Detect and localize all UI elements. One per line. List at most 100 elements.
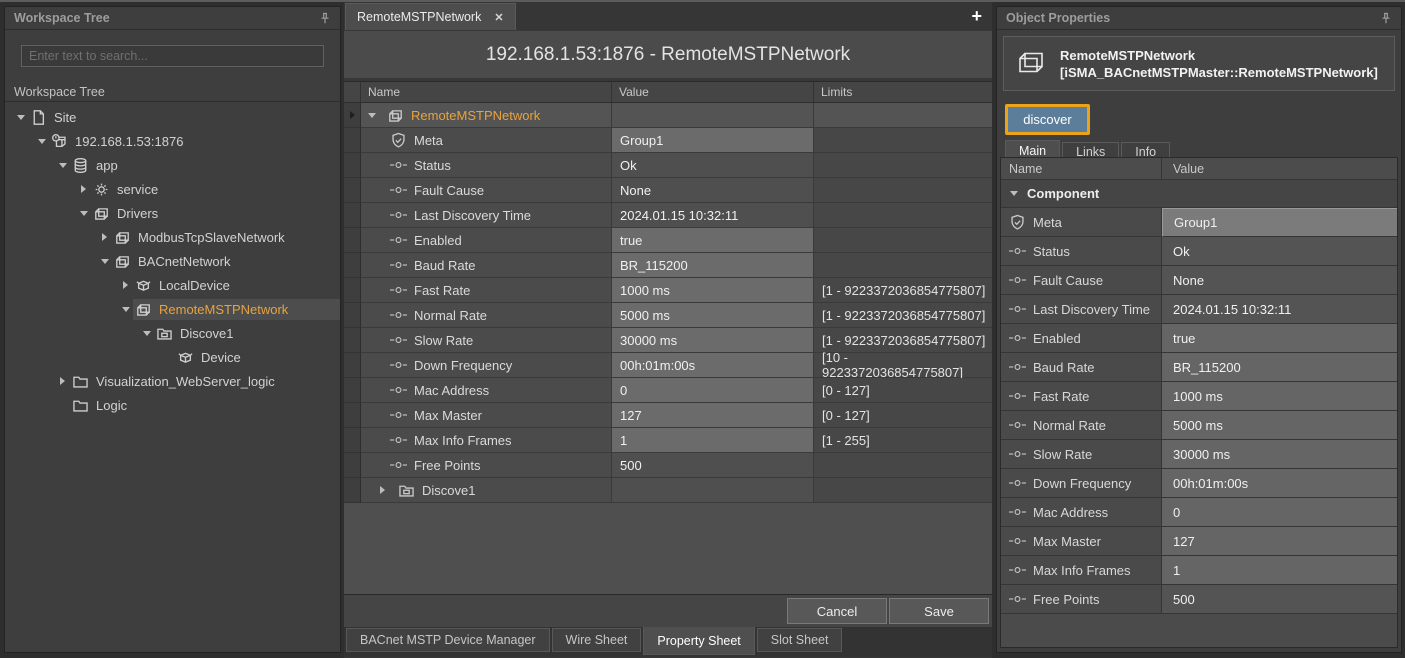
property-row-baud-rate[interactable]: Baud RateBR_115200	[344, 253, 992, 278]
component-group-row[interactable]: Component	[1001, 180, 1397, 208]
search-input[interactable]	[21, 45, 324, 67]
property-row-normal-rate[interactable]: Normal Rate5000 ms[1 - 92233720368547758…	[344, 303, 992, 328]
value-cell[interactable]: 00h:01m:00s	[1162, 469, 1397, 498]
tree-item-visualization-webserver-logic[interactable]: Visualization_WebServer_logic	[5, 369, 340, 393]
tree-item-app[interactable]: app	[5, 153, 340, 177]
view-tab-wire-sheet[interactable]: Wire Sheet	[552, 628, 642, 652]
value-cell[interactable]: BR_115200	[612, 253, 814, 278]
property-row-baud-rate[interactable]: Baud RateBR_115200	[1001, 353, 1397, 382]
collapse-arrow-icon[interactable]	[34, 139, 49, 144]
property-name-label: Max Master	[414, 408, 482, 423]
property-row-down-frequency[interactable]: Down Frequency00h:01m:00s[10 - 922337203…	[344, 353, 992, 378]
collapse-arrow-icon[interactable]	[76, 211, 91, 216]
limits-cell	[814, 203, 992, 228]
tree-item-localdevice[interactable]: LocalDevice	[5, 273, 340, 297]
tree-item-remotemstpnetwork[interactable]: RemoteMSTPNetwork	[5, 297, 340, 321]
expand-arrow-icon[interactable]	[375, 486, 390, 494]
object-name: RemoteMSTPNetwork	[1060, 47, 1378, 64]
expand-arrow-icon[interactable]	[55, 377, 70, 385]
property-row-max-master[interactable]: Max Master127[0 - 127]	[344, 403, 992, 428]
property-row-down-frequency[interactable]: Down Frequency00h:01m:00s	[1001, 469, 1397, 498]
property-row-free-points[interactable]: Free Points500	[1001, 585, 1397, 614]
tree-item-device[interactable]: Device	[5, 345, 340, 369]
pin-icon[interactable]	[319, 12, 331, 25]
close-tab-icon[interactable]: ✕	[494, 11, 503, 24]
value-cell[interactable]: 1	[612, 428, 814, 453]
value-cell[interactable]: 0	[612, 378, 814, 403]
property-row-mac-address[interactable]: Mac Address0	[1001, 498, 1397, 527]
folder-icon	[72, 373, 89, 390]
value-cell[interactable]: Group1	[1162, 208, 1397, 237]
property-row-max-master[interactable]: Max Master127	[1001, 527, 1397, 556]
collapse-arrow-icon[interactable]	[364, 113, 379, 118]
pin-icon[interactable]	[1380, 12, 1392, 25]
property-row-meta[interactable]: MetaGroup1	[344, 128, 992, 153]
tree-node-body: app	[70, 155, 340, 176]
value-cell[interactable]: 5000 ms	[1162, 411, 1397, 440]
property-row-fast-rate[interactable]: Fast Rate1000 ms[1 - 9223372036854775807…	[344, 278, 992, 303]
property-row-free-points[interactable]: Free Points500	[344, 453, 992, 478]
value-cell[interactable]: 1	[1162, 556, 1397, 585]
collapse-arrow-icon[interactable]	[55, 163, 70, 168]
value-cell[interactable]: 30000 ms	[612, 328, 814, 353]
value-cell[interactable]: 30000 ms	[1162, 440, 1397, 469]
property-row-last-discovery-time[interactable]: Last Discovery Time2024.01.15 10:32:11	[344, 203, 992, 228]
property-row-fault-cause[interactable]: Fault CauseNone	[344, 178, 992, 203]
property-row-status[interactable]: StatusOk	[1001, 237, 1397, 266]
tree-item-service[interactable]: service	[5, 177, 340, 201]
network-object-icon	[1015, 50, 1047, 77]
property-row-remotemstpnetwork[interactable]: RemoteMSTPNetwork	[344, 103, 992, 128]
value-cell[interactable]: true	[1162, 324, 1397, 353]
value-cell[interactable]: 1000 ms	[1162, 382, 1397, 411]
discover-button[interactable]: discover	[1005, 104, 1090, 135]
property-row-fast-rate[interactable]: Fast Rate1000 ms	[1001, 382, 1397, 411]
property-row-mac-address[interactable]: Mac Address0[0 - 127]	[344, 378, 992, 403]
value-cell[interactable]: 0	[1162, 498, 1397, 527]
property-row-last-discovery-time[interactable]: Last Discovery Time2024.01.15 10:32:11	[1001, 295, 1397, 324]
name-cell: RemoteMSTPNetwork	[361, 103, 612, 128]
value-cell[interactable]: 5000 ms	[612, 303, 814, 328]
value-cell[interactable]: 127	[1162, 527, 1397, 556]
limits-cell: [0 - 127]	[814, 378, 992, 403]
property-row-max-info-frames[interactable]: Max Info Frames1	[1001, 556, 1397, 585]
property-row-meta[interactable]: MetaGroup1	[1001, 208, 1397, 237]
property-row-enabled[interactable]: Enabledtrue	[1001, 324, 1397, 353]
property-row-max-info-frames[interactable]: Max Info Frames1[1 - 255]	[344, 428, 992, 453]
cancel-button[interactable]: Cancel	[787, 598, 887, 624]
value-cell[interactable]: BR_115200	[1162, 353, 1397, 382]
save-button[interactable]: Save	[889, 598, 989, 624]
tree-item-192-168-1-53-1876[interactable]: 192.168.1.53:1876	[5, 129, 340, 153]
add-tab-button[interactable]: +	[971, 5, 982, 27]
tree-item-bacnetnetwork[interactable]: BACnetNetwork	[5, 249, 340, 273]
expand-arrow-icon[interactable]	[76, 185, 91, 193]
property-row-status[interactable]: StatusOk	[344, 153, 992, 178]
tree-item-discove1[interactable]: Discove1	[5, 321, 340, 345]
value-cell[interactable]: true	[612, 228, 814, 253]
collapse-arrow-icon[interactable]	[118, 307, 133, 312]
view-tab-slot-sheet[interactable]: Slot Sheet	[757, 628, 843, 652]
value-cell[interactable]: Group1	[612, 128, 814, 153]
tree-item-drivers[interactable]: Drivers	[5, 201, 340, 225]
tree-item-modbustcpslavenetwork[interactable]: ModbusTcpSlaveNetwork	[5, 225, 340, 249]
value-cell: 500	[1162, 585, 1397, 614]
collapse-arrow-icon[interactable]	[139, 331, 154, 336]
collapse-arrow-icon[interactable]	[97, 259, 112, 264]
property-row-slow-rate[interactable]: Slow Rate30000 ms	[1001, 440, 1397, 469]
view-tab-bacnet-mstp-device-manager[interactable]: BACnet MSTP Device Manager	[346, 628, 550, 652]
property-row-fault-cause[interactable]: Fault CauseNone	[1001, 266, 1397, 295]
value-cell[interactable]: 127	[612, 403, 814, 428]
tree-node-body: Logic	[70, 395, 340, 416]
value-cell	[612, 478, 814, 503]
property-row-normal-rate[interactable]: Normal Rate5000 ms	[1001, 411, 1397, 440]
property-row-enabled[interactable]: Enabledtrue	[344, 228, 992, 253]
expand-arrow-icon[interactable]	[97, 233, 112, 241]
value-cell[interactable]: 1000 ms	[612, 278, 814, 303]
view-tab-property-sheet[interactable]: Property Sheet	[643, 627, 754, 655]
tab-remotemstpnetwork[interactable]: RemoteMSTPNetwork ✕	[345, 3, 516, 30]
expand-arrow-icon[interactable]	[118, 281, 133, 289]
tree-item-logic[interactable]: Logic	[5, 393, 340, 417]
tree-item-site[interactable]: Site	[5, 105, 340, 129]
property-row-discove1[interactable]: Discove1	[344, 478, 992, 503]
value-cell[interactable]: 00h:01m:00s	[612, 353, 814, 378]
collapse-arrow-icon[interactable]	[13, 115, 28, 120]
